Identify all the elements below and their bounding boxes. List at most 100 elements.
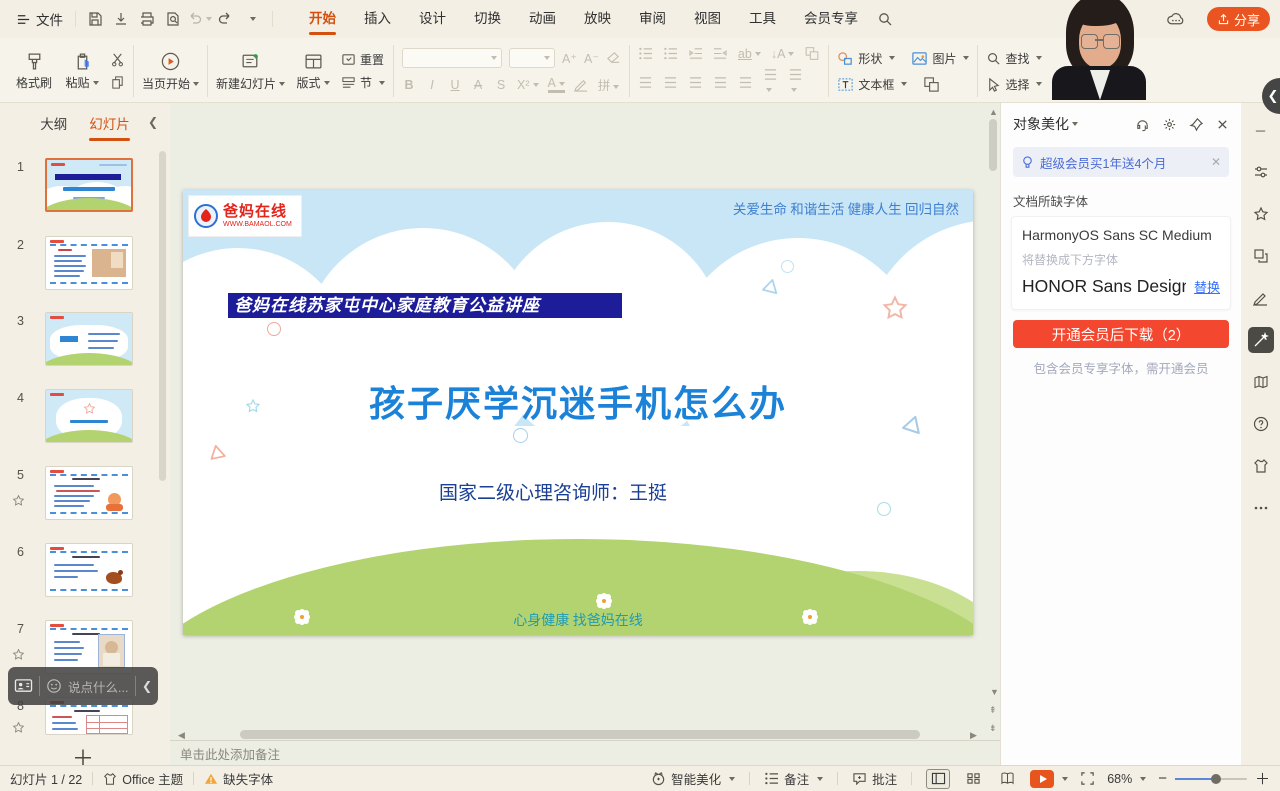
favorite-star-icon[interactable]: [12, 721, 25, 734]
navigation-button[interactable]: [1248, 369, 1274, 395]
print-preview-button[interactable]: [160, 6, 186, 32]
section-button[interactable]: 节: [341, 74, 385, 91]
pinyin-button[interactable]: 拼: [598, 75, 620, 94]
more-tools-button[interactable]: [1248, 495, 1274, 521]
increase-font-button[interactable]: A⁺: [562, 51, 577, 66]
tab-view[interactable]: 视图: [680, 0, 735, 38]
font-family-select[interactable]: [402, 48, 502, 68]
slide-thumbnail-1[interactable]: [45, 158, 133, 212]
justify-button[interactable]: [713, 76, 728, 89]
slide-canvas[interactable]: 爸妈在线 WWW.BAMAOL.COM 关爱生命 和谐生活 健康人生 回归自然 …: [183, 190, 973, 635]
paste-button[interactable]: 粘贴: [62, 52, 102, 91]
pin-icon[interactable]: [1189, 117, 1204, 132]
align-right-button[interactable]: [688, 76, 703, 89]
underline-button[interactable]: U: [448, 78, 462, 92]
previous-slide-button[interactable]: ⇞: [989, 705, 997, 716]
redo-button[interactable]: [212, 6, 238, 32]
slide-thumbnail-3[interactable]: [45, 312, 133, 366]
sidebar-scrollbar[interactable]: [159, 151, 166, 481]
tab-slides[interactable]: 幻灯片: [87, 109, 132, 137]
slide-presenter-text[interactable]: 国家二级心理咨询师：王挺: [183, 478, 923, 505]
fit-slide-button[interactable]: [1080, 771, 1095, 786]
help-button[interactable]: [1248, 411, 1274, 437]
italic-button[interactable]: I: [425, 78, 439, 92]
print-button[interactable]: [134, 6, 160, 32]
sidebar-collapse-button[interactable]: ❮: [148, 115, 158, 129]
close-panel-icon[interactable]: [1216, 118, 1229, 131]
font-color-button[interactable]: A: [548, 76, 565, 93]
collapse-panel-button[interactable]: ─: [1248, 117, 1274, 143]
tab-insert[interactable]: 插入: [350, 0, 405, 38]
emoji-icon[interactable]: [46, 678, 62, 694]
notes-area[interactable]: 单击此处添加备注: [170, 740, 1000, 765]
tab-design[interactable]: 设计: [405, 0, 460, 38]
normal-view-button[interactable]: [926, 769, 950, 789]
zoom-out-button[interactable]: −: [1158, 770, 1167, 787]
tab-review[interactable]: 审阅: [625, 0, 680, 38]
convert-smartart-button[interactable]: [804, 46, 820, 61]
notes-button[interactable]: 备注: [764, 769, 823, 788]
download-member-button[interactable]: 开通会员后下载（2）: [1013, 320, 1229, 348]
play-slideshow-button[interactable]: [1030, 770, 1068, 788]
undo-button[interactable]: [186, 6, 212, 32]
font-size-select[interactable]: [509, 48, 555, 68]
export-button[interactable]: [108, 6, 134, 32]
zoom-slider[interactable]: − ＋: [1158, 768, 1270, 789]
scroll-up-arrow[interactable]: ▲: [989, 107, 998, 117]
properties-button[interactable]: [1248, 159, 1274, 185]
text-direction-button[interactable]: ↓A: [771, 47, 795, 61]
tab-outline[interactable]: 大纲: [38, 109, 69, 137]
chat-input[interactable]: 说点什么...: [68, 677, 129, 696]
slide-title-text[interactable]: 孩子厌学沉迷手机怎么办: [183, 375, 973, 427]
select-button[interactable]: 选择: [986, 76, 1042, 93]
promo-close-icon[interactable]: ✕: [1211, 155, 1221, 169]
favorite-star-icon[interactable]: [12, 648, 25, 661]
shapes-button[interactable]: 形状: [837, 50, 895, 67]
share-button[interactable]: 分享: [1207, 7, 1270, 31]
save-button[interactable]: [82, 6, 108, 32]
panel-title-dropdown[interactable]: 对象美化: [1013, 114, 1078, 134]
play-from-current-button[interactable]: 当页开始: [142, 51, 199, 92]
skin-button[interactable]: [1248, 453, 1274, 479]
new-slide-button[interactable]: 新建幻灯片: [216, 51, 285, 92]
find-button[interactable]: 查找: [986, 50, 1042, 67]
line-spacing-button[interactable]: [763, 68, 778, 96]
scroll-down-arrow[interactable]: ▼: [990, 687, 999, 697]
cut-icon[interactable]: [110, 52, 125, 67]
favorite-star-icon[interactable]: [12, 494, 25, 507]
decrease-indent-button[interactable]: [688, 47, 703, 60]
reading-view-button[interactable]: [996, 770, 1018, 788]
strikethrough-button[interactable]: A: [471, 78, 485, 92]
numbered-list-button[interactable]: [663, 47, 678, 60]
support-headset-icon[interactable]: [1135, 117, 1150, 132]
superscript-button[interactable]: X²: [517, 78, 539, 92]
ribbon-search-button[interactable]: [872, 6, 898, 32]
textbox-button[interactable]: 文本框: [837, 76, 907, 93]
tab-slideshow[interactable]: 放映: [570, 0, 625, 38]
smart-beautify-button[interactable]: 智能美化: [651, 769, 735, 788]
chat-collapse-icon[interactable]: ❮: [142, 679, 152, 693]
slide-banner-text[interactable]: 爸妈在线苏家屯中心家庭教育公益讲座: [228, 293, 622, 318]
tab-tools[interactable]: 工具: [735, 0, 790, 38]
theme-button[interactable]: Office 主题: [103, 769, 183, 788]
bullet-list-button[interactable]: [638, 47, 653, 60]
slide-thumbnail-2[interactable]: [45, 236, 133, 290]
signature-button[interactable]: [1248, 285, 1274, 311]
align-center-button[interactable]: [663, 76, 678, 89]
arrange-button[interactable]: [923, 76, 940, 93]
comments-button[interactable]: 批注: [852, 769, 897, 788]
slide-thumbnail-4[interactable]: [45, 389, 133, 443]
file-menu[interactable]: 文件: [10, 9, 69, 29]
zoom-level[interactable]: 68%: [1107, 772, 1146, 786]
zoom-in-button[interactable]: ＋: [1255, 768, 1270, 789]
bold-button[interactable]: B: [402, 78, 416, 92]
highlight-icon[interactable]: [574, 77, 589, 92]
favorites-button[interactable]: [1248, 201, 1274, 227]
reset-button[interactable]: 重置: [341, 51, 385, 68]
switch-window-button[interactable]: [1248, 243, 1274, 269]
screen-share-icon[interactable]: [14, 678, 33, 695]
vertical-scrollbar[interactable]: [989, 119, 997, 171]
tab-home[interactable]: 开始: [295, 0, 350, 38]
tab-member[interactable]: 会员专享: [790, 0, 872, 38]
beautify-tool-button[interactable]: [1248, 327, 1274, 353]
